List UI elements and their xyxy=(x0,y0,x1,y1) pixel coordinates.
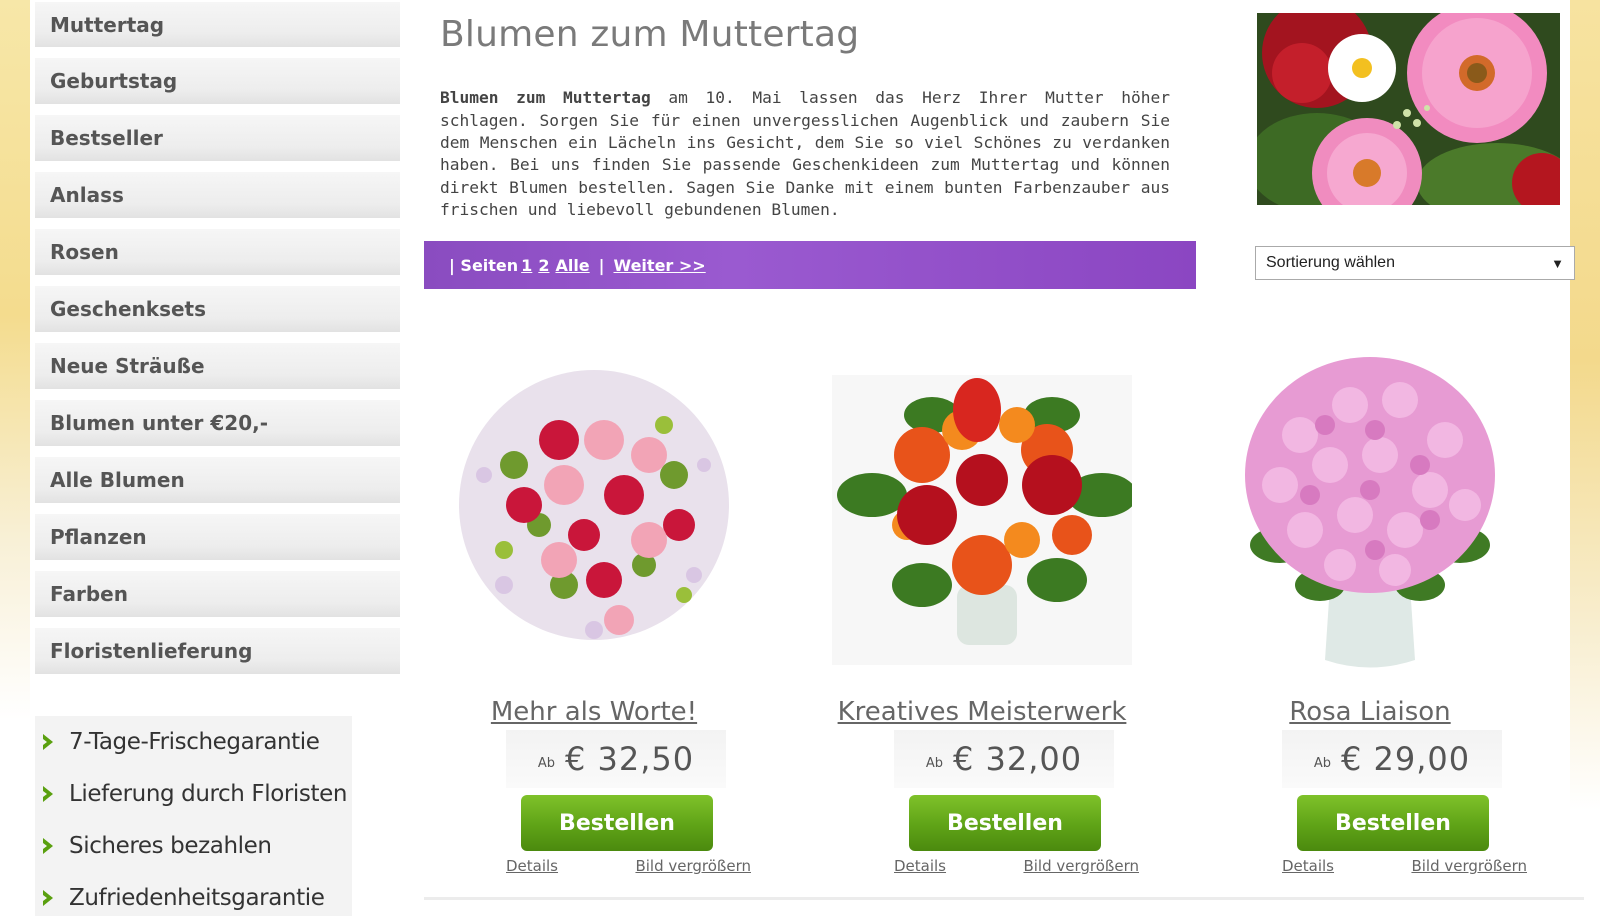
sidebar-item-bestseller[interactable]: Bestseller xyxy=(35,115,400,161)
intro-body: am 10. Mai lassen das Herz Ihrer Mutter … xyxy=(440,88,1170,220)
chevron-right-icon xyxy=(41,783,59,805)
price-prefix: Ab xyxy=(1313,755,1331,771)
benefit-freshness: 7-Tage-Frischegarantie xyxy=(35,716,352,768)
page-background-left xyxy=(0,0,30,900)
pager-prefix: | Seiten xyxy=(449,255,519,275)
product-price: € 32,50 xyxy=(565,740,695,778)
chevron-right-icon xyxy=(41,835,59,857)
order-button[interactable]: Bestellen xyxy=(1297,795,1489,851)
details-link[interactable]: Details xyxy=(506,857,558,875)
intro-text: Blumen zum Muttertag am 10. Mai lassen d… xyxy=(440,87,1170,221)
price-box: Ab € 32,00 xyxy=(894,730,1114,788)
sidebar-item-floristenlieferung[interactable]: Floristenlieferung xyxy=(35,628,400,674)
benefit-florist-delivery: Lieferung durch Floristen xyxy=(35,768,352,820)
category-sidebar: Muttertag Geburtstag Bestseller Anlass R… xyxy=(35,0,400,685)
sidebar-item-geburtstag[interactable]: Geburtstag xyxy=(35,58,400,104)
product-image[interactable] xyxy=(444,355,744,685)
product-links: Details Bild vergrößern xyxy=(506,857,751,875)
enlarge-image-link[interactable]: Bild vergrößern xyxy=(635,857,751,875)
next-page-link[interactable]: Weiter >> xyxy=(614,256,706,275)
benefits-box: 7-Tage-Frischegarantie Lieferung durch F… xyxy=(35,716,352,916)
sidebar-item-blumen-unter-20[interactable]: Blumen unter €20,- xyxy=(35,400,400,446)
product-name-link[interactable]: Mehr als Worte! xyxy=(424,697,764,727)
page-link-2[interactable]: 2 xyxy=(538,256,549,275)
benefit-satisfaction: Zufriedenheitsgarantie xyxy=(35,872,352,924)
price-prefix: Ab xyxy=(925,755,943,771)
product-image[interactable] xyxy=(1220,355,1520,685)
product-name-link[interactable]: Kreatives Meisterwerk xyxy=(812,697,1152,727)
chevron-right-icon xyxy=(41,731,59,753)
sidebar-item-pflanzen[interactable]: Pflanzen xyxy=(35,514,400,560)
product-card: Mehr als Worte! Ab € 32,50 Bestellen Det… xyxy=(424,350,784,900)
sidebar-item-anlass[interactable]: Anlass xyxy=(35,172,400,218)
product-links: Details Bild vergrößern xyxy=(894,857,1139,875)
chevron-right-icon xyxy=(41,887,59,909)
pagination-bar: | Seiten 1 2 Alle | Weiter >> xyxy=(424,241,1196,289)
price-box: Ab € 29,00 xyxy=(1282,730,1502,788)
product-grid: Mehr als Worte! Ab € 32,50 Bestellen Det… xyxy=(424,350,1584,900)
order-button[interactable]: Bestellen xyxy=(521,795,713,851)
sort-select[interactable]: Sortierung wählen ▼ xyxy=(1255,246,1575,280)
product-card: Kreatives Meisterwerk Ab € 32,00 Bestell… xyxy=(812,350,1172,900)
dropdown-arrow-icon: ▼ xyxy=(1551,255,1564,271)
details-link[interactable]: Details xyxy=(894,857,946,875)
sidebar-item-neue-straeusse[interactable]: Neue Sträuße xyxy=(35,343,400,389)
sidebar-item-muttertag[interactable]: Muttertag xyxy=(35,2,400,47)
product-price: € 32,00 xyxy=(953,740,1083,778)
enlarge-image-link[interactable]: Bild vergrößern xyxy=(1411,857,1527,875)
intro-bold: Blumen zum Muttertag xyxy=(440,88,651,108)
page-link-1[interactable]: 1 xyxy=(521,256,532,275)
header-flower-image xyxy=(1257,13,1560,205)
product-name-link[interactable]: Rosa Liaison xyxy=(1200,697,1540,727)
pager-divider: | xyxy=(598,255,605,275)
sidebar-item-alle-blumen[interactable]: Alle Blumen xyxy=(35,457,400,503)
product-image[interactable] xyxy=(832,355,1137,685)
details-link[interactable]: Details xyxy=(1282,857,1334,875)
page-link-all[interactable]: Alle xyxy=(555,256,589,275)
sidebar-item-rosen[interactable]: Rosen xyxy=(35,229,400,275)
enlarge-image-link[interactable]: Bild vergrößern xyxy=(1023,857,1139,875)
price-prefix: Ab xyxy=(537,755,555,771)
product-links: Details Bild vergrößern xyxy=(1282,857,1527,875)
sidebar-item-geschenksets[interactable]: Geschenksets xyxy=(35,286,400,332)
product-price: € 29,00 xyxy=(1341,740,1471,778)
sort-selected-value: Sortierung wählen xyxy=(1266,254,1395,271)
product-card: Rosa Liaison Ab € 29,00 Bestellen Detail… xyxy=(1200,350,1560,900)
price-box: Ab € 32,50 xyxy=(506,730,726,788)
order-button[interactable]: Bestellen xyxy=(909,795,1101,851)
page-title: Blumen zum Muttertag xyxy=(440,14,860,55)
sidebar-item-farben[interactable]: Farben xyxy=(35,571,400,617)
benefit-secure-payment: Sicheres bezahlen xyxy=(35,820,352,872)
